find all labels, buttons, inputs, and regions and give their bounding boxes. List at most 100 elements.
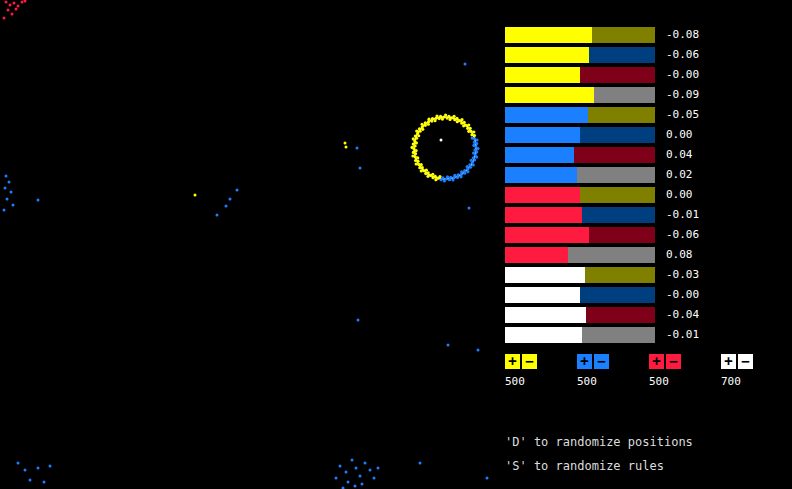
rule-target — [586, 307, 655, 323]
rule-fill — [505, 207, 582, 223]
type-controls: + − 500+ − 500+ − 500+ − 700 — [505, 354, 792, 389]
rule-value: -0.00 — [666, 67, 699, 83]
particle — [419, 462, 422, 465]
particle — [475, 150, 478, 153]
particle — [460, 118, 463, 121]
remove-button[interactable]: − — [594, 354, 609, 369]
rule-slider[interactable] — [505, 87, 655, 103]
type-control: + − 500 — [649, 354, 721, 389]
particle — [469, 166, 472, 169]
particle — [475, 142, 478, 145]
particle — [342, 487, 345, 489]
rule-row: -0.06 — [505, 227, 792, 243]
rule-fill — [505, 127, 580, 143]
particle — [440, 178, 443, 181]
particle — [10, 191, 13, 194]
rule-target — [580, 127, 655, 143]
particle — [451, 178, 454, 181]
rule-fill — [505, 267, 585, 283]
particle — [420, 123, 423, 126]
particle — [420, 169, 423, 172]
particle — [473, 158, 476, 161]
rule-fill — [505, 307, 586, 323]
particle — [339, 465, 342, 468]
particle — [17, 5, 20, 8]
particle — [15, 8, 18, 11]
rule-fill — [505, 147, 574, 163]
rule-slider[interactable] — [505, 27, 655, 43]
particle — [472, 130, 475, 133]
rules-list: -0.08 -0.06 -0.00 -0.09 -0.05 0.00 0.04 … — [505, 27, 792, 343]
add-button[interactable]: + — [577, 354, 592, 369]
rule-slider[interactable] — [505, 167, 655, 183]
remove-button[interactable]: − — [522, 354, 537, 369]
rule-slider[interactable] — [505, 127, 655, 143]
rule-row: -0.01 — [505, 207, 792, 223]
particle — [229, 198, 232, 201]
rule-value: 0.02 — [666, 167, 693, 183]
particle — [414, 134, 417, 137]
particle — [344, 142, 347, 145]
particle — [49, 465, 52, 468]
type-count: 500 — [577, 375, 649, 389]
rule-slider[interactable] — [505, 147, 655, 163]
rule-slider[interactable] — [505, 67, 655, 83]
rule-value: 0.00 — [666, 127, 693, 143]
particle — [452, 115, 455, 118]
particle — [359, 167, 362, 170]
particle — [444, 113, 447, 116]
rule-target — [568, 247, 655, 263]
particle — [8, 181, 11, 184]
rule-fill — [505, 107, 588, 123]
remove-button[interactable]: − — [666, 354, 681, 369]
rule-target — [589, 47, 655, 63]
rule-value: -0.04 — [666, 307, 699, 323]
particle — [456, 176, 459, 179]
particle — [415, 129, 418, 132]
particle — [359, 475, 362, 478]
rule-slider[interactable] — [505, 327, 655, 343]
particle — [225, 205, 228, 208]
particle — [4, 187, 7, 190]
hints: 'D' to randomize positions'S' to randomi… — [505, 435, 792, 473]
hint-text: 'D' to randomize positions — [505, 435, 792, 449]
rule-slider[interactable] — [505, 307, 655, 323]
rule-target — [580, 67, 655, 83]
particle — [455, 117, 458, 120]
rule-slider[interactable] — [505, 227, 655, 243]
rule-slider[interactable] — [505, 47, 655, 63]
particle — [448, 178, 451, 181]
add-button[interactable]: + — [649, 354, 664, 369]
rule-fill — [505, 87, 594, 103]
rule-target — [582, 327, 656, 343]
rule-slider[interactable] — [505, 247, 655, 263]
rule-row: 0.08 — [505, 247, 792, 263]
rule-target — [574, 147, 655, 163]
remove-button[interactable]: − — [738, 354, 753, 369]
type-control: + − 500 — [505, 354, 577, 389]
particle — [475, 138, 478, 141]
particle — [435, 114, 438, 117]
rule-slider[interactable] — [505, 207, 655, 223]
rule-slider[interactable] — [505, 287, 655, 303]
particle — [364, 462, 367, 465]
particle — [373, 477, 376, 480]
particle — [6, 198, 9, 201]
add-button[interactable]: + — [721, 354, 736, 369]
add-button[interactable]: + — [505, 354, 520, 369]
particle — [351, 459, 354, 462]
rule-target — [589, 227, 655, 243]
particle — [369, 469, 372, 472]
rule-slider[interactable] — [505, 107, 655, 123]
rule-slider[interactable] — [505, 187, 655, 203]
particle — [424, 121, 427, 124]
simulation-screen: -0.08 -0.06 -0.00 -0.09 -0.05 0.00 0.04 … — [0, 0, 792, 489]
particle — [459, 175, 462, 178]
rule-value: -0.06 — [666, 47, 699, 63]
particle — [440, 139, 443, 142]
rule-value: -0.05 — [666, 107, 699, 123]
rule-slider[interactable] — [505, 267, 655, 283]
rule-fill — [505, 187, 580, 203]
rule-fill — [505, 167, 577, 183]
rule-value: -0.09 — [666, 87, 699, 103]
